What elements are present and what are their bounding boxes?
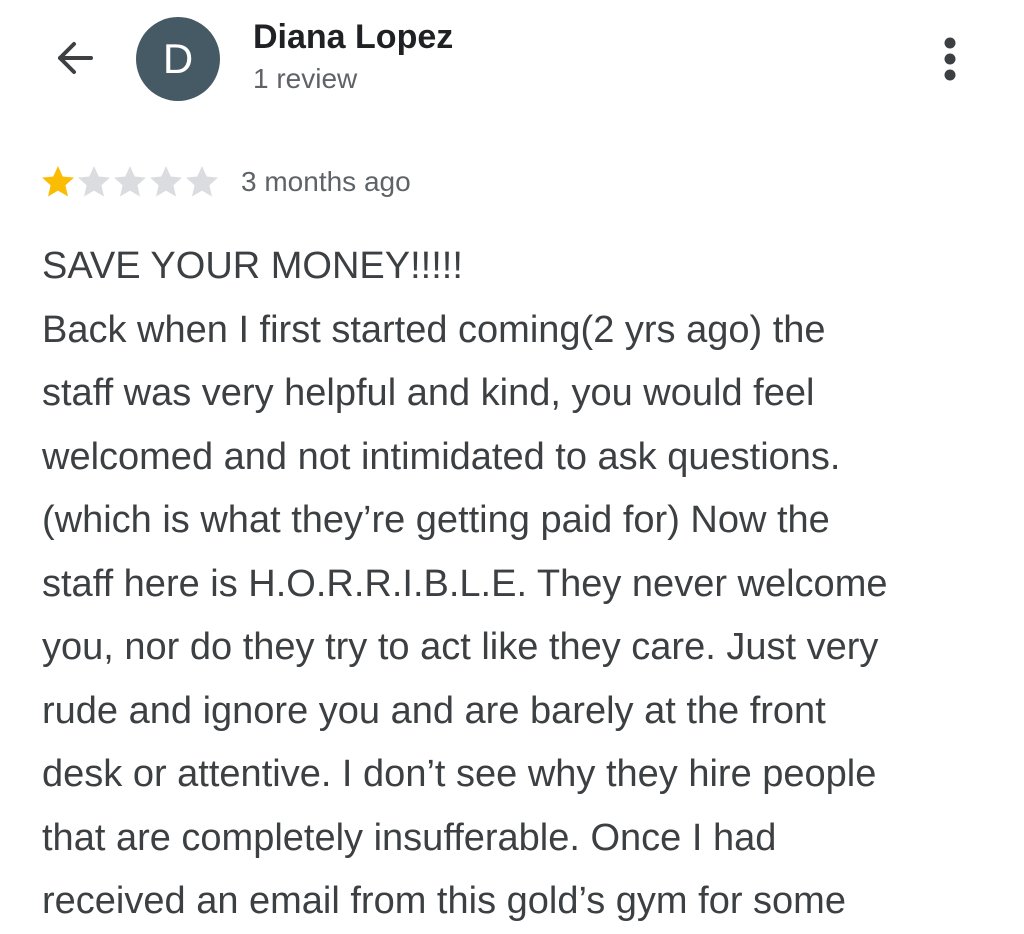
star-empty-icon [150, 166, 182, 197]
review-text-line: welcomed and not intimidated to ask ques… [42, 435, 841, 478]
user-name[interactable]: Diana Lopez [253, 18, 453, 57]
rating-row: 3 months ago [40, 162, 411, 202]
back-button[interactable] [44, 28, 104, 88]
review-text-line: staff was very helpful and kind, you wou… [42, 372, 815, 414]
review-text-line: that are completely insufferable. Once I… [42, 816, 777, 859]
review-count: 1 review [253, 63, 358, 94]
review-text-line: staff here is H.O.R.R.I.B.L.E. They neve… [42, 562, 888, 605]
review-date: 3 months ago [241, 166, 411, 197]
star-empty-icon [114, 166, 146, 197]
review-header: D Diana Lopez 1 review [0, 0, 1024, 120]
more-vert-icon [944, 37, 956, 81]
more-options-button[interactable] [926, 30, 974, 90]
star-empty-icon [78, 166, 110, 197]
review-text: SAVE YOUR MONEY!!!!! Back when I first st… [42, 235, 992, 934]
avatar[interactable]: D [136, 17, 220, 101]
review-text-line: (which is what they’re getting paid for)… [42, 499, 830, 541]
review-headline: SAVE YOUR MONEY!!!!! [42, 245, 463, 287]
review-text-line: Back when I first started coming(2 yrs a… [42, 308, 826, 351]
review-text-line: received an email from this gold’s gym f… [42, 880, 846, 922]
arrow-back-icon [58, 42, 93, 74]
star-filled-icon [42, 166, 74, 197]
review-text-line: desk or attentive. I don’t see why they … [42, 753, 877, 795]
star-rating [40, 164, 220, 200]
star-empty-icon [186, 166, 218, 197]
review-text-line: rude and ignore you and are barely at th… [42, 689, 826, 732]
review-text-line: you, nor do they try to act like they ca… [42, 626, 879, 668]
